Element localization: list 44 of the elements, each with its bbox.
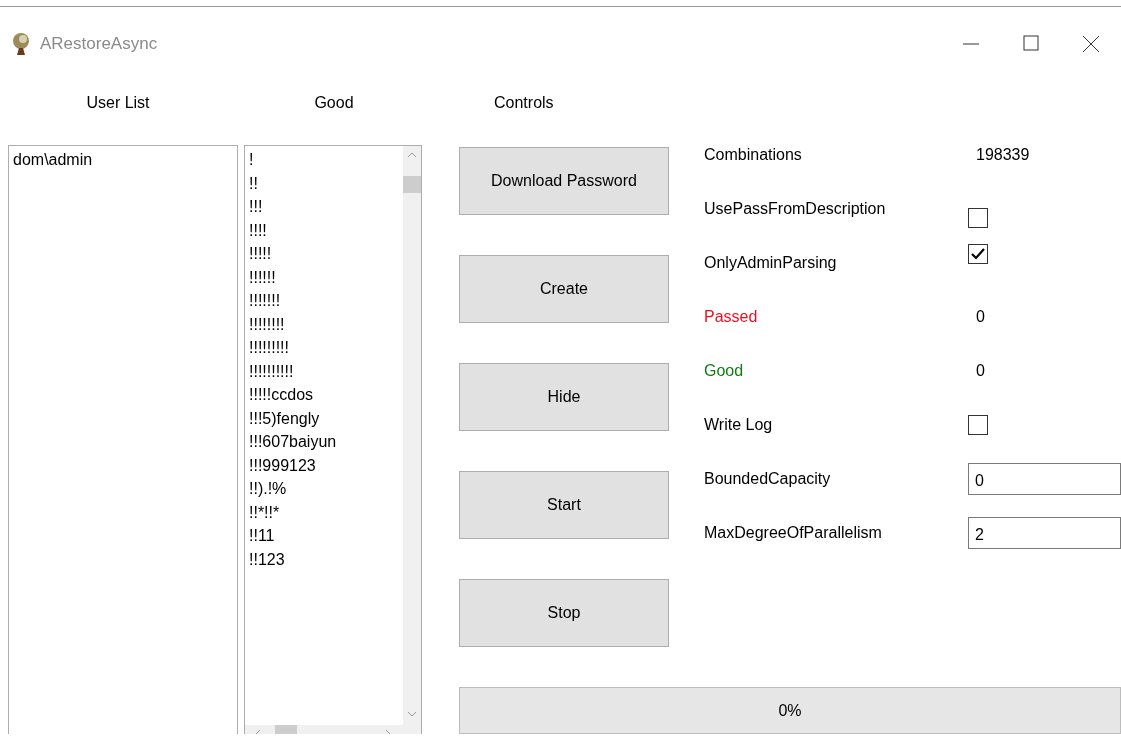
list-box[interactable]: ! !! !!! !!!! !!!!! !!!!!! !!!!!!! !!!!!!!! !!!!!!!!! !!!!!!!!!! !!!!!ccdos !!!5)fengly !!!607baiyun !!!999123 !!).!% !!*!!* !!11 !!123 <box>244 145 422 734</box>
list-item[interactable]: !!!!!!!!! <box>249 336 289 360</box>
column-header: Good <box>314 94 354 112</box>
action-button[interactable]: Create <box>459 255 669 323</box>
list-item[interactable]: !!).!% <box>249 477 287 501</box>
setting-label: MaxDegreeOfParallelism <box>704 524 883 542</box>
list-item[interactable]: !!123 <box>249 547 285 571</box>
action-button[interactable]: Hide <box>459 363 669 431</box>
list-item[interactable]: !! <box>249 171 258 195</box>
list-item[interactable]: !!!!!!!!!! <box>249 359 294 383</box>
setting-label: OnlyAdminParsing <box>704 254 838 272</box>
action-button[interactable]: Stop <box>459 579 669 647</box>
action-button[interactable]: Start <box>459 471 669 539</box>
list-item[interactable]: ! <box>249 148 254 172</box>
list-item[interactable]: !!!5)fengly <box>249 406 320 430</box>
list-item[interactable]: !!!!! <box>249 242 272 266</box>
setting-value: 0 <box>975 308 986 326</box>
list-item[interactable]: dom\admin <box>13 148 93 172</box>
window-title: ARestoreAsync <box>40 33 159 54</box>
action-button[interactable]: Download Password <box>459 147 669 215</box>
text-field[interactable]: 2 <box>968 517 1121 549</box>
list-item[interactable]: !!!!!! <box>249 265 276 289</box>
text-field[interactable]: 0 <box>968 463 1121 495</box>
list-item[interactable]: !!!!!!! <box>249 289 281 313</box>
list-item[interactable]: !!!607baiyun <box>249 430 337 454</box>
list-item[interactable]: !!!!!!!! <box>249 312 285 336</box>
list-item[interactable]: !!11 <box>249 524 275 548</box>
setting-value: 198339 <box>975 146 1031 164</box>
progress-label: 0% <box>778 701 802 720</box>
setting-label: UsePassFromDescription <box>704 200 887 218</box>
column-header: Controls <box>493 94 554 112</box>
setting-label: Write Log <box>704 416 774 434</box>
list-item[interactable]: !!!999123 <box>249 453 316 477</box>
setting-value: 0 <box>975 362 986 380</box>
setting-label: Good <box>704 362 745 380</box>
list-item[interactable]: !!!! <box>249 218 267 242</box>
list-item[interactable]: !!! <box>249 195 263 219</box>
list-item[interactable]: !!!!!ccdos <box>249 383 314 407</box>
setting-label: BoundedCapacity <box>704 470 832 488</box>
setting-label: Passed <box>704 308 759 326</box>
column-header: User List <box>86 94 150 112</box>
list-box[interactable]: dom\admin <box>8 145 238 734</box>
list-item[interactable]: !!*!!* <box>249 500 280 524</box>
setting-label: Combinations <box>704 146 803 164</box>
